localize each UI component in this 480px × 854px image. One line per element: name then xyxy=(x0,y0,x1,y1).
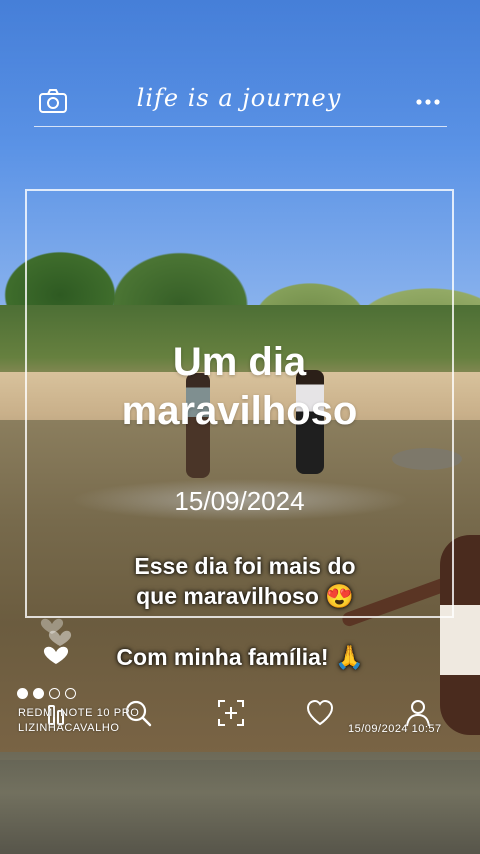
device-name: REDMI NOTE 10 PRO xyxy=(18,707,140,719)
header-divider xyxy=(34,126,447,127)
blurred-bottom-area xyxy=(0,752,480,854)
timestamp: 15/09/2024 10:57 xyxy=(348,723,442,735)
headline: Um dia maravilhoso xyxy=(25,338,454,436)
headline-line-2: maravilhoso xyxy=(121,388,358,433)
floating-hearts-icon xyxy=(38,610,78,670)
user-name: LIZINHACAVALHO xyxy=(18,721,120,734)
device-watermark: REDMI NOTE 10 PRO LIZINHACAVALHO xyxy=(18,706,139,736)
caption-line-2: que maravilhoso 😍 xyxy=(136,583,354,610)
page-dot[interactable] xyxy=(17,688,28,699)
heart-icon[interactable] xyxy=(304,697,336,729)
more-dots-icon[interactable] xyxy=(415,93,441,105)
headline-line-1: Um dia xyxy=(172,340,307,384)
caption-block: Esse dia foi mais do que maravilhoso 😍 xyxy=(60,551,430,612)
camera-icon[interactable] xyxy=(38,88,68,114)
add-square-icon[interactable] xyxy=(215,697,247,729)
top-bar: life is a journey xyxy=(34,78,447,124)
page-title: life is a journey xyxy=(136,84,342,112)
caption-line-3: Com minha família! 🙏 xyxy=(116,644,364,670)
caption-line-1: Esse dia foi mais do xyxy=(134,553,356,579)
card-date: 15/09/2024 xyxy=(174,486,305,516)
